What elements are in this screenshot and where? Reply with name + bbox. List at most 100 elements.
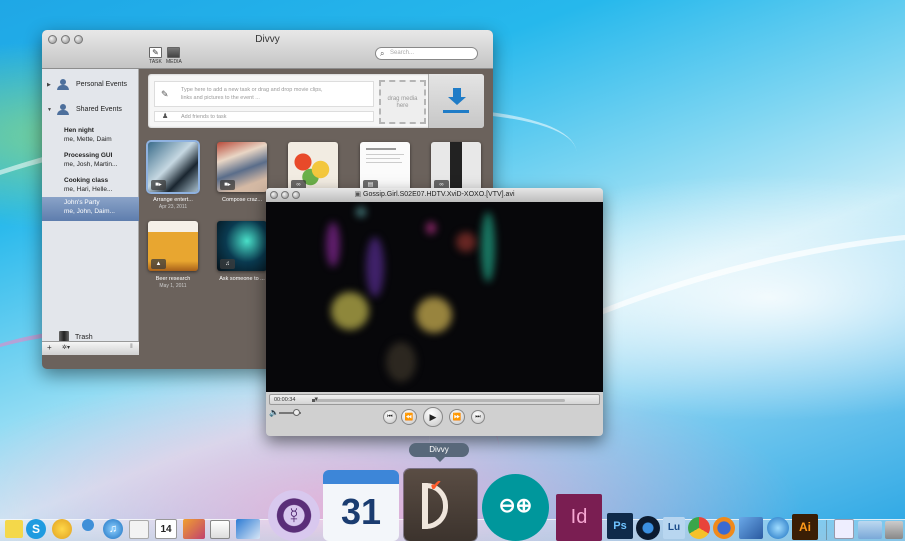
event-item[interactable]: Hen night me, Mette, Daim bbox=[42, 125, 139, 149]
search-icon: ⌕ bbox=[380, 49, 385, 58]
sidebar-item-personal-events[interactable]: ▶ Personal Events bbox=[47, 79, 127, 90]
document-stack-icon[interactable] bbox=[834, 519, 854, 539]
new-task-input[interactable]: ✎ Type here to add a new task or drag an… bbox=[154, 81, 374, 107]
firefox-icon[interactable] bbox=[713, 517, 735, 539]
event-item[interactable]: Processing GUI me, Josh, Martin... bbox=[42, 150, 139, 174]
video-bokeh bbox=[366, 237, 384, 297]
image-capture-icon[interactable] bbox=[236, 519, 260, 539]
event-name: Processing GUI bbox=[64, 152, 113, 159]
play-button[interactable]: ▶ bbox=[423, 407, 443, 427]
task-placeholder-line1: Type here to add a new task or drag and … bbox=[181, 87, 323, 93]
iphoto-icon[interactable] bbox=[183, 519, 205, 539]
video-camera-icon: ■▸ bbox=[220, 180, 235, 190]
task-placeholder-line2: links and pictures to the event ... bbox=[181, 95, 260, 101]
rewind-button[interactable]: ⏪ bbox=[401, 409, 417, 425]
media-thumbnail[interactable]: ▤ bbox=[360, 142, 410, 192]
search-input[interactable]: ⌕ Search... bbox=[375, 47, 478, 60]
media-title: Ask someone to ... bbox=[219, 276, 265, 282]
media-view-label: MEDIA bbox=[166, 59, 182, 65]
window-controls bbox=[270, 191, 300, 199]
resize-handle-icon[interactable]: ⦀ bbox=[130, 344, 133, 351]
video-bokeh bbox=[481, 212, 495, 282]
tor-browser-icon[interactable]: ☿ bbox=[268, 490, 320, 541]
previous-track-button[interactable]: ⏮ bbox=[383, 410, 397, 424]
scrub-track[interactable] bbox=[312, 399, 565, 402]
camera-app-icon[interactable] bbox=[636, 516, 660, 540]
media-caption: Ask someone to ... bbox=[211, 276, 273, 283]
media-caption: Compose craz... bbox=[211, 197, 273, 204]
event-item-selected[interactable]: John's Party me, John, Daim... bbox=[42, 197, 139, 221]
disclosure-right-icon[interactable]: ▶ bbox=[47, 82, 52, 88]
media-drop-zone[interactable]: drag media here bbox=[379, 80, 426, 124]
new-task-panel: ✎ Type here to add a new task or drag an… bbox=[148, 74, 484, 128]
media-thumbnail-selected[interactable]: ■▸ bbox=[146, 140, 200, 194]
media-caption: Arrange entert... Apr 23, 2011 bbox=[142, 197, 204, 211]
event-name: Hen night bbox=[64, 127, 94, 134]
preview-icon[interactable] bbox=[210, 520, 230, 539]
media-thumbnail[interactable]: ∞ bbox=[431, 142, 481, 192]
video-title: Gossip.Girl.S02E07.HDTV.XviD-XOXO.[VTV].… bbox=[363, 191, 515, 198]
sidebar-item-shared-events[interactable]: ▼ Shared Events bbox=[47, 104, 122, 115]
stickies-icon[interactable] bbox=[5, 520, 23, 538]
media-thumbnail[interactable]: ♫ bbox=[217, 221, 267, 271]
task-view-button[interactable]: ✎ TASK bbox=[148, 47, 163, 65]
add-task-button[interactable] bbox=[428, 74, 484, 128]
video-titlebar[interactable]: ▣ Gossip.Girl.S02E07.HDTV.XviD-XOXO.[VTV… bbox=[266, 188, 603, 202]
disclosure-down-icon[interactable]: ▼ bbox=[47, 107, 52, 113]
media-title: Beer research bbox=[155, 276, 191, 282]
chrome-icon[interactable] bbox=[688, 517, 710, 539]
downloads-stack-icon[interactable] bbox=[858, 521, 882, 539]
video-time: 00:00:34 bbox=[274, 397, 296, 403]
illustrator-icon[interactable]: Ai bbox=[792, 514, 818, 540]
calendar-icon[interactable]: 31 bbox=[323, 470, 399, 541]
video-frame[interactable] bbox=[266, 202, 603, 392]
xcode-icon[interactable] bbox=[739, 517, 763, 539]
image-icon: ▲ bbox=[151, 259, 166, 269]
fast-forward-button[interactable]: ⏩ bbox=[449, 409, 465, 425]
video-bokeh bbox=[326, 222, 340, 267]
media-date: May 1, 2011 bbox=[159, 283, 187, 289]
video-bokeh bbox=[426, 222, 436, 234]
video-bokeh bbox=[456, 232, 476, 252]
add-event-button[interactable]: + bbox=[47, 343, 52, 352]
indesign-icon[interactable]: Id bbox=[556, 494, 602, 541]
skype-icon[interactable]: S bbox=[26, 519, 46, 539]
video-player-window: ▣ Gossip.Girl.S02E07.HDTV.XviD-XOXO.[VTV… bbox=[266, 188, 603, 436]
video-scrubber[interactable]: 00:00:34 ▾ bbox=[269, 394, 600, 405]
close-window-button[interactable] bbox=[270, 191, 278, 199]
person-icon bbox=[57, 79, 71, 90]
pencil-icon: ✎ bbox=[161, 89, 169, 99]
gear-icon[interactable]: ✲▾ bbox=[62, 344, 70, 351]
calendar-small-icon[interactable]: 14 bbox=[155, 519, 177, 539]
arduino-icon[interactable]: ⊖⊕ bbox=[482, 474, 549, 541]
divvy-titlebar[interactable]: Divvy ✎ TASK MEDIA ⌕ Search... bbox=[42, 30, 493, 69]
media-date: Apr 23, 2011 bbox=[158, 204, 188, 210]
contacts-icon[interactable] bbox=[77, 519, 99, 539]
adium-icon[interactable] bbox=[52, 519, 72, 539]
lightroom-icon[interactable]: Lu bbox=[663, 517, 685, 539]
video-bokeh bbox=[386, 342, 416, 382]
media-thumbnail[interactable]: ∞ bbox=[288, 142, 338, 192]
safari-icon[interactable] bbox=[767, 517, 789, 539]
drop-zone-label: drag media here bbox=[387, 96, 418, 109]
media-thumbnail[interactable]: ▲ bbox=[148, 221, 198, 271]
event-item[interactable]: Cooking class me, Hari, Helle... bbox=[42, 175, 139, 199]
media-thumbnail[interactable]: ■▸ bbox=[217, 142, 267, 192]
video-bokeh bbox=[356, 207, 366, 217]
search-placeholder: Search... bbox=[390, 50, 415, 56]
video-bokeh bbox=[331, 292, 369, 330]
media-view-button[interactable]: MEDIA bbox=[166, 47, 182, 65]
next-track-button[interactable]: ⏭ bbox=[471, 410, 485, 424]
volume-knob[interactable] bbox=[292, 409, 300, 416]
add-friends-input[interactable]: ♟ Add friends to task bbox=[154, 111, 374, 122]
divvy-app-icon[interactable]: ✔ bbox=[404, 469, 477, 541]
zoom-window-button[interactable] bbox=[292, 191, 300, 199]
checkmark-icon: ✔ bbox=[430, 477, 442, 493]
trash-dock-icon[interactable] bbox=[885, 521, 903, 539]
photoshop-icon[interactable]: Ps bbox=[607, 513, 633, 539]
scrub-playhead[interactable]: ▾ bbox=[315, 395, 319, 403]
itunes-icon[interactable]: ♫ bbox=[103, 519, 123, 539]
textedit-icon[interactable] bbox=[129, 520, 149, 539]
minimize-window-button[interactable] bbox=[281, 191, 289, 199]
task-view-label: TASK bbox=[149, 59, 162, 65]
